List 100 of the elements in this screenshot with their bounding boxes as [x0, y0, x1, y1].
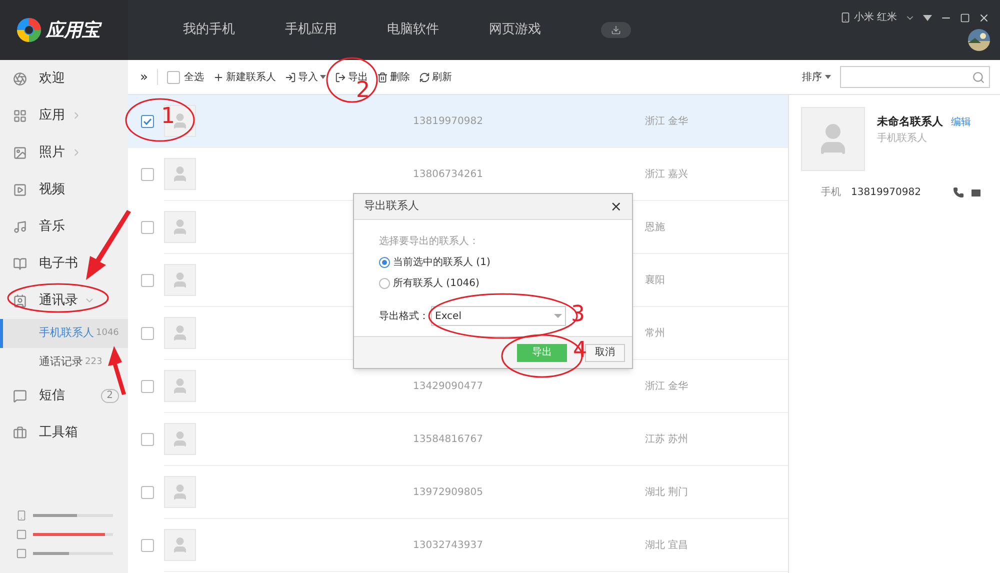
- download-icon: [611, 25, 621, 35]
- phone-icon: [16, 510, 27, 521]
- export-icon: [334, 72, 346, 82]
- avatar-placeholder: [164, 529, 196, 561]
- sidebar-subitem[interactable]: 通话记录 223: [0, 348, 128, 377]
- radio-button[interactable]: [379, 257, 390, 268]
- plus-icon: [212, 72, 224, 82]
- toolbar-button[interactable]: 新建联系人: [212, 70, 276, 84]
- location: 浙江 金华: [645, 380, 688, 394]
- search-field[interactable]: [840, 66, 990, 88]
- radio-button[interactable]: [379, 278, 390, 289]
- location: 江苏 苏州: [645, 432, 688, 446]
- contact-group: 手机联系人: [877, 130, 971, 146]
- checkbox[interactable]: [141, 539, 154, 552]
- maximize-icon[interactable]: [960, 12, 970, 22]
- annotation-circle: [125, 98, 195, 142]
- refresh-icon: [418, 72, 430, 82]
- expand-button[interactable]: »: [140, 70, 148, 84]
- phone-icon[interactable]: [953, 187, 964, 198]
- close-icon[interactable]: [978, 12, 990, 24]
- sort-button[interactable]: 排序: [802, 70, 831, 84]
- toolbar-button[interactable]: 导入: [284, 70, 326, 84]
- contact-name: 未命名联系人: [877, 114, 943, 130]
- annotation-arrow: [86, 210, 131, 280]
- phone-number: 13429090477: [413, 380, 484, 394]
- music-note-icon: [13, 220, 27, 234]
- count-badge: 2: [100, 388, 119, 402]
- edit-link[interactable]: 编辑: [951, 114, 971, 130]
- location: 浙江 金华: [645, 114, 688, 128]
- nav-tab[interactable]: 电脑软件: [387, 20, 439, 40]
- checkbox[interactable]: [141, 486, 154, 499]
- image-icon: [13, 146, 27, 160]
- phone-number: 13584816767: [413, 432, 484, 446]
- location: 常州: [645, 326, 665, 340]
- annotation-circle: [326, 57, 378, 103]
- checkbox[interactable]: [141, 168, 154, 181]
- sidebar-item[interactable]: 应用: [0, 97, 128, 134]
- location: 浙江 嘉兴: [645, 168, 688, 182]
- phone-number: 13032743937: [413, 538, 484, 552]
- search-icon: [972, 70, 985, 84]
- avatar-placeholder: [164, 158, 196, 190]
- trash-icon: [376, 72, 388, 82]
- nav-tab[interactable]: 我的手机: [183, 20, 235, 40]
- nav-tab[interactable]: 网页游戏: [489, 20, 541, 40]
- location: 湖北 荆门: [645, 486, 688, 500]
- option-label: 当前选中的联系人 (1): [393, 256, 490, 270]
- avatar-placeholder: [164, 476, 196, 508]
- contact-card-icon: [13, 294, 27, 308]
- app-name: 应用宝: [46, 18, 100, 42]
- memory-card-icon: [16, 529, 27, 540]
- phone-number: 13972909805: [413, 486, 484, 500]
- phone-number: 13806734261: [413, 168, 484, 182]
- sidebar-item[interactable]: 欢迎: [0, 60, 128, 97]
- checkbox[interactable]: [141, 274, 154, 287]
- avatar-placeholder: [164, 317, 196, 349]
- sidebar-item[interactable]: 音乐: [0, 208, 128, 245]
- sidebar-item[interactable]: 电子书: [0, 245, 128, 282]
- dropdown-arrow-icon: [554, 314, 562, 318]
- avatar-placeholder: [164, 423, 196, 455]
- avatar-placeholder: [164, 211, 196, 243]
- avatar-placeholder: [164, 264, 196, 296]
- sidebar-item[interactable]: 短信 2: [0, 377, 128, 414]
- checkbox[interactable]: [141, 380, 154, 393]
- checkbox[interactable]: [141, 327, 154, 340]
- phone-number: 13819970982: [851, 186, 921, 200]
- mail-icon[interactable]: [970, 186, 982, 198]
- aperture-icon: [13, 72, 27, 86]
- format-label: 导出格式：: [379, 310, 429, 324]
- phone-icon: [840, 12, 851, 23]
- avatar-placeholder: [164, 370, 196, 402]
- checkbox[interactable]: [141, 221, 154, 234]
- download-button[interactable]: [601, 22, 631, 38]
- logo-icon: [16, 17, 42, 43]
- location: 恩施: [645, 220, 665, 234]
- toolbar-button[interactable]: 删除: [376, 70, 410, 84]
- nav-tab[interactable]: 手机应用: [285, 20, 337, 40]
- checkbox[interactable]: [141, 115, 154, 128]
- toolbar-button[interactable]: 刷新: [418, 70, 452, 84]
- location: 湖北 宜昌: [645, 538, 688, 552]
- close-button[interactable]: ×: [610, 200, 622, 214]
- field-label: 手机: [821, 186, 841, 200]
- format-select[interactable]: Excel: [431, 306, 566, 326]
- option-label: 所有联系人 (1046): [393, 276, 480, 291]
- sidebar-item[interactable]: 工具箱: [0, 414, 128, 451]
- sidebar-item[interactable]: 视频: [0, 171, 128, 208]
- avatar-placeholder: [164, 105, 196, 137]
- phone-number: 13819970982: [413, 114, 484, 128]
- select-all-label[interactable]: 全选: [184, 70, 204, 84]
- checkbox[interactable]: [166, 70, 180, 84]
- checkbox[interactable]: [141, 433, 154, 446]
- message-icon: [13, 388, 27, 402]
- grid-icon: [13, 108, 27, 122]
- device-name: 小米 红米: [854, 10, 897, 25]
- menu-triangle-icon[interactable]: [923, 14, 932, 20]
- dialog-title: 导出联系人: [364, 198, 419, 214]
- cancel-button[interactable]: 取消: [585, 344, 625, 362]
- import-icon: [284, 72, 296, 82]
- sidebar-item[interactable]: 照片: [0, 134, 128, 171]
- sidebar-item[interactable]: 通讯录: [0, 282, 128, 319]
- annotation-number: 1: [161, 106, 175, 128]
